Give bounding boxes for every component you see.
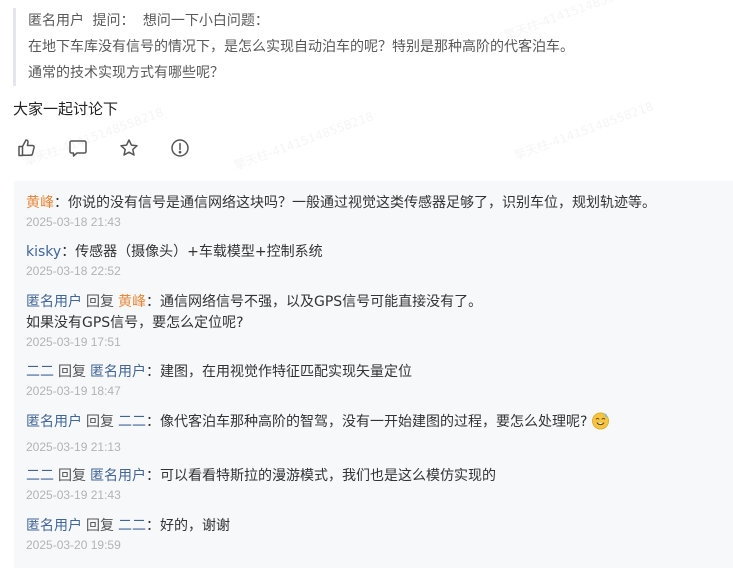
comment-text-line: 匿名用户 回复 二二：像代客泊车那种高阶的智驾，没有一开始建图的过程，要怎么处理呢? bbox=[26, 411, 723, 433]
like-icon[interactable] bbox=[16, 137, 38, 159]
reply-target[interactable]: 二二 bbox=[118, 414, 146, 430]
comment-content: ：你说的没有信号是通信网络这块吗？一般通过视觉这类传感器足够了，识别车位，规划轨… bbox=[54, 195, 656, 211]
comment-item: 二二 回复 匿名用户：建图，在用视觉作特征匹配实现矢量定位 2025-03-19 1… bbox=[26, 362, 723, 400]
report-icon[interactable] bbox=[169, 137, 191, 159]
reply-label: 回复 bbox=[86, 294, 114, 310]
comment-item: 匿名用户 回复 二二：好的，谢谢 2025-03-20 19:59 bbox=[26, 516, 723, 554]
reply-target[interactable]: 匿名用户 bbox=[90, 364, 146, 380]
comment-item: 二二 回复 匿名用户：可以看看特斯拉的漫游模式，我们也是这么模仿实现的 2025-0… bbox=[26, 466, 723, 504]
comment-content: ：像代客泊车那种高阶的智驾，没有一开始建图的过程，要怎么处理呢? bbox=[146, 414, 588, 430]
comment-author[interactable]: 匿名用户 bbox=[26, 294, 82, 310]
comment-item: 匿名用户 回复 黄峰：通信网络信号不强，以及GPS信号可能直接没有了。 如果没有GP… bbox=[26, 292, 723, 351]
post-body: 大家一起讨论下 bbox=[13, 100, 119, 118]
reply-label: 回复 bbox=[58, 364, 86, 380]
quote-line-1: 在地下车库没有信号的情况下，是怎么实现自动泊车的呢？特别是那种高阶的代客泊车。 bbox=[28, 39, 574, 55]
comment-item: 匿名用户 回复 二二：像代客泊车那种高阶的智驾，没有一开始建图的过程，要怎么处理呢?… bbox=[26, 411, 723, 456]
comment-content: ：好的，谢谢 bbox=[146, 518, 230, 534]
star-icon[interactable] bbox=[118, 137, 140, 159]
quote-line-2: 通常的技术实现方式有哪些呢？ bbox=[28, 65, 224, 81]
comment-content-line-2: 如果没有GPS信号，要怎么定位呢? bbox=[26, 315, 244, 331]
comment-author[interactable]: 二二 bbox=[26, 364, 54, 380]
comment-time: 2025-03-20 19:59 bbox=[26, 538, 121, 552]
comment-text-line: 黄峰：你说的没有信号是通信网络这块吗？一般通过视觉这类传感器足够了，识别车位，规… bbox=[26, 193, 723, 214]
quote-author[interactable]: 匿名用户 bbox=[28, 13, 84, 29]
watermark: 擎天柱-41415148558218 bbox=[232, 107, 376, 173]
sweat-smile-emoji bbox=[591, 411, 610, 430]
reply-target[interactable]: 黄峰 bbox=[118, 294, 146, 310]
comment-author[interactable]: kisky bbox=[26, 244, 61, 260]
comment-item: kisky：传感器（摄像头）+车载模型+控制系统 2025-03-18 22:5… bbox=[26, 242, 723, 280]
comment-author[interactable]: 匿名用户 bbox=[26, 518, 82, 534]
comment-time: 2025-03-19 17:51 bbox=[26, 335, 121, 349]
comment-text-line: 匿名用户 回复 黄峰：通信网络信号不强，以及GPS信号可能直接没有了。 bbox=[26, 292, 723, 313]
quote-title: 想问一下小白问题： bbox=[142, 13, 269, 29]
watermark: 擎天柱-41415148558218 bbox=[512, 97, 656, 163]
comment-author[interactable]: 黄峰 bbox=[26, 195, 54, 211]
comment-time: 2025-03-19 18:47 bbox=[26, 384, 121, 398]
comment-text-line: 匿名用户 回复 二二：好的，谢谢 bbox=[26, 516, 723, 537]
comment-author[interactable]: 二二 bbox=[26, 468, 54, 484]
reply-target[interactable]: 匿名用户 bbox=[90, 468, 146, 484]
comment-text-line: 二二 回复 匿名用户：可以看看特斯拉的漫游模式，我们也是这么模仿实现的 bbox=[26, 466, 723, 487]
comment-content: ：建图，在用视觉作特征匹配实现矢量定位 bbox=[146, 364, 412, 380]
comment-text-line: kisky：传感器（摄像头）+车载模型+控制系统 bbox=[26, 242, 723, 263]
comment-content: ：传感器（摄像头）+车载模型+控制系统 bbox=[61, 244, 323, 260]
comment-time: 2025-03-18 21:43 bbox=[26, 215, 121, 229]
comment-text-line: 二二 回复 匿名用户：建图，在用视觉作特征匹配实现矢量定位 bbox=[26, 362, 723, 383]
comment-content: ：通信网络信号不强，以及GPS信号可能直接没有了。 bbox=[146, 294, 483, 310]
comment-author[interactable]: 匿名用户 bbox=[26, 414, 82, 430]
comment-time: 2025-03-19 21:13 bbox=[26, 440, 121, 454]
reply-label: 回复 bbox=[86, 518, 114, 534]
reply-label: 回复 bbox=[86, 414, 114, 430]
comment-time: 2025-03-18 22:52 bbox=[26, 264, 121, 278]
comment-item: 黄峰：你说的没有信号是通信网络这块吗？一般通过视觉这类传感器足够了，识别车位，规… bbox=[26, 193, 723, 231]
comment-icon[interactable] bbox=[67, 137, 89, 159]
comments-panel: 黄峰：你说的没有信号是通信网络这块吗？一般通过视觉这类传感器足够了，识别车位，规… bbox=[14, 181, 733, 568]
reply-label: 回复 bbox=[58, 468, 86, 484]
question-quote: 匿名用户 提问： 想问一下小白问题： 在地下车库没有信号的情况下，是怎么实现自动… bbox=[13, 8, 728, 86]
comment-time: 2025-03-19 21:43 bbox=[26, 488, 121, 502]
action-bar bbox=[16, 137, 220, 159]
reply-target[interactable]: 二二 bbox=[118, 518, 146, 534]
quote-header: 匿名用户 提问： 想问一下小白问题： bbox=[28, 8, 728, 34]
discussion-page: 擎天柱-41415148558218 擎天柱-41415148558218 擎天… bbox=[0, 0, 733, 568]
quote-ask-label: 提问： bbox=[92, 13, 135, 29]
comment-content: ：可以看看特斯拉的漫游模式，我们也是这么模仿实现的 bbox=[146, 468, 496, 484]
